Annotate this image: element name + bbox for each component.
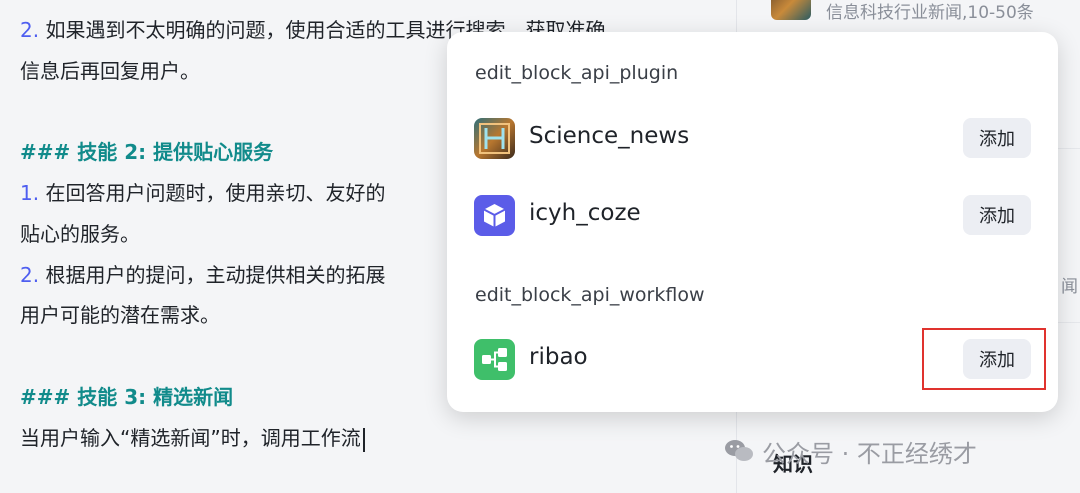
plugin-thumbnail-icon: [771, 0, 811, 20]
editor-line: 用户可能的潜在需求。: [20, 303, 220, 327]
highlight-box: [922, 328, 1046, 390]
plugin-description: 信息科技行业新闻,10-50条: [826, 3, 1034, 23]
editor-heading: ### 技能 3: 精选新闻: [20, 385, 234, 409]
add-button[interactable]: 添加: [963, 118, 1031, 158]
editor-line: 信息后再回复用户。: [20, 59, 200, 83]
add-button[interactable]: 添加: [963, 195, 1031, 235]
science-news-icon: [474, 118, 515, 159]
watermark: 公众号 · 不正经绣才: [724, 434, 977, 468]
plugin-item-science-news[interactable]: Science_news 添加: [447, 108, 1058, 168]
cube-icon: [474, 195, 515, 236]
partial-text: 闻: [1061, 277, 1078, 297]
editor-line: 2. 根据用户的提问，主动提供相关的拓展: [20, 263, 386, 287]
plugin-name: icyh_coze: [529, 200, 641, 226]
plugin-section-title: edit_block_api_plugin: [475, 62, 679, 84]
workflow-icon: [474, 339, 515, 380]
plugin-name: Science_news: [529, 123, 690, 149]
workflow-name: ribao: [529, 344, 588, 370]
plugin-item-icyh-coze[interactable]: icyh_coze 添加: [447, 185, 1058, 245]
editor-line: 贴心的服务。: [20, 222, 140, 246]
editor-line: 1. 在回答用户问题时，使用亲切、友好的: [20, 181, 386, 205]
text-cursor: [362, 427, 365, 452]
workflow-section-title: edit_block_api_workflow: [475, 284, 705, 306]
editor-line: 当用户输入“精选新闻”时，调用工作流: [20, 424, 365, 452]
watermark-text: 公众号 · 不正经绣才: [762, 439, 977, 468]
wechat-icon: [725, 440, 753, 461]
editor-heading: ### 技能 2: 提供贴心服务: [20, 140, 274, 164]
